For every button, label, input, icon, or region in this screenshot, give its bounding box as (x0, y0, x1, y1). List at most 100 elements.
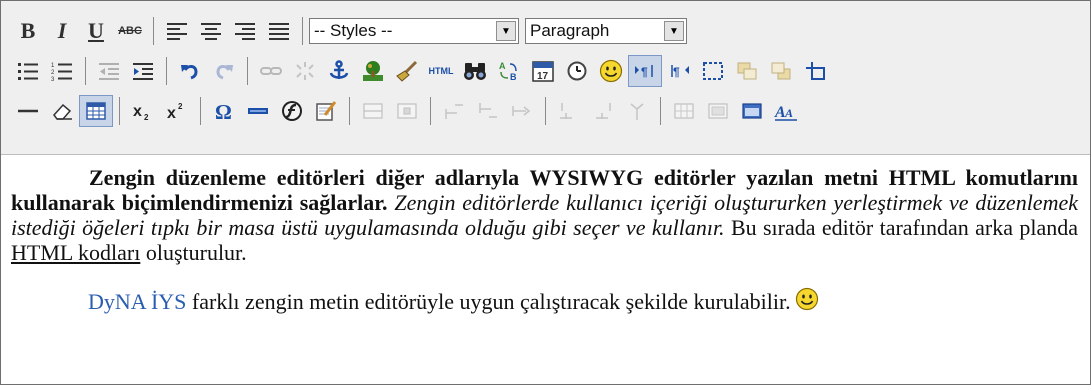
outdent-icon (99, 63, 119, 80)
emoticon-button[interactable] (594, 55, 628, 87)
toolbar-separator (302, 17, 303, 45)
format-select[interactable]: Paragraph ▼ (525, 18, 687, 44)
insert-flash-button[interactable] (275, 95, 309, 127)
toolbar-separator (247, 57, 248, 85)
paragraph-2: DyNA İYS farklı zengin metin editörüyle … (11, 287, 1078, 314)
rich-text-editor: B I U ABC -- Styles -- ▼ Paragraph ▼ 1 2… (0, 0, 1091, 385)
insert-table-button[interactable] (735, 95, 769, 127)
svg-text:¶: ¶ (673, 65, 680, 79)
plain-text-end: oluşturulur. (145, 240, 247, 265)
editor-toolbar: B I U ABC -- Styles -- ▼ Paragraph ▼ 1 2… (1, 1, 1090, 155)
toolbar-separator (166, 57, 167, 85)
clock-icon (567, 61, 587, 81)
align-center-icon (201, 23, 221, 40)
flash-icon (282, 101, 302, 121)
edit-content-button[interactable] (309, 95, 343, 127)
table-icon (742, 103, 762, 119)
merge-cells-icon (708, 103, 728, 119)
replace-button[interactable]: AB (492, 55, 526, 87)
delete-column-icon (630, 103, 644, 120)
align-left-button[interactable] (160, 15, 194, 47)
delete-row-button[interactable] (505, 95, 539, 127)
layer-button[interactable] (730, 55, 764, 87)
undo-button[interactable] (173, 55, 207, 87)
toolbar-row-2: 123 HTML A B 17 ¶ ¶ (11, 51, 1090, 91)
insert-date-button[interactable]: 17 (526, 55, 560, 87)
find-button[interactable] (458, 55, 492, 87)
styles-select[interactable]: -- Styles -- ▼ (309, 18, 519, 44)
undo-icon (181, 65, 198, 80)
superscript-button[interactable]: x2 (160, 95, 194, 127)
layer-icon (737, 62, 757, 80)
subscript-button[interactable]: x2 (126, 95, 160, 127)
html-source-button[interactable]: HTML (424, 55, 458, 87)
insert-column-after-button[interactable] (586, 95, 620, 127)
toolbar-separator (349, 97, 350, 125)
merge-cells-button[interactable] (701, 95, 735, 127)
editor-content[interactable]: Zengin düzenleme editörleri diğer adları… (1, 155, 1090, 314)
media-icon (248, 108, 268, 114)
row-props-icon (363, 103, 383, 119)
align-right-button[interactable] (228, 15, 262, 47)
row-properties-button[interactable] (356, 95, 390, 127)
horizontal-rule-icon (18, 109, 38, 113)
indent-icon (133, 63, 153, 80)
split-cells-button[interactable] (667, 95, 701, 127)
redo-button[interactable] (207, 55, 241, 87)
delete-column-button[interactable] (620, 95, 654, 127)
insert-row-after-button[interactable] (471, 95, 505, 127)
insert-time-button[interactable] (560, 55, 594, 87)
insert-image-button[interactable] (356, 55, 390, 87)
svg-text:A: A (784, 106, 793, 120)
plain-text: Bu sırada editör tarafından arka planda (730, 215, 1078, 240)
align-center-button[interactable] (194, 15, 228, 47)
insert-media-button[interactable] (241, 95, 275, 127)
unlink-button[interactable] (288, 55, 322, 87)
underlined-text: HTML kodları (11, 240, 141, 265)
numbered-list-button[interactable]: 123 (45, 55, 79, 87)
absolute-position-button[interactable] (798, 55, 832, 87)
svg-text:x: x (167, 105, 176, 121)
svg-text:2: 2 (178, 102, 183, 111)
styles-props-button[interactable]: AA (769, 95, 803, 127)
link-icon (260, 67, 282, 75)
calendar-icon: 17 (532, 61, 554, 82)
italic-icon: I (57, 18, 67, 43)
insert-link-button[interactable] (254, 55, 288, 87)
insert-column-before-button[interactable] (552, 95, 586, 127)
cell-properties-button[interactable] (390, 95, 424, 127)
bold-button[interactable]: B (11, 15, 45, 47)
cleanup-button[interactable] (390, 55, 424, 87)
dyna-iys-link[interactable]: DyNA İYS (88, 289, 186, 314)
bold-icon: B (20, 18, 36, 43)
horizontal-rule-button[interactable] (11, 95, 45, 127)
svg-text:1: 1 (51, 63, 55, 69)
fullscreen-button[interactable] (696, 55, 730, 87)
svg-text:3: 3 (51, 77, 55, 81)
ltr-button[interactable]: ¶ (628, 55, 662, 87)
strikethrough-icon: ABC (118, 25, 142, 37)
insert-row-before-button[interactable] (437, 95, 471, 127)
underline-button[interactable]: U (79, 15, 113, 47)
anchor-button[interactable] (322, 55, 356, 87)
rtl-button[interactable]: ¶ (662, 55, 696, 87)
rtl-icon: ¶ (671, 65, 689, 79)
smiley-icon (599, 59, 623, 83)
align-justify-icon (269, 23, 289, 40)
paragraph-1: Zengin düzenleme editörleri diğer adları… (11, 165, 1078, 265)
bullet-list-button[interactable] (11, 55, 45, 87)
toolbar-separator (153, 17, 154, 45)
outdent-button[interactable] (92, 55, 126, 87)
eraser-icon (53, 103, 72, 120)
align-justify-button[interactable] (262, 15, 296, 47)
layer-backward-button[interactable] (764, 55, 798, 87)
italic-button[interactable]: I (45, 15, 79, 47)
row-after-icon (479, 103, 497, 118)
special-character-button[interactable]: Ω (207, 95, 241, 127)
unlink-icon (296, 62, 314, 80)
remove-format-button[interactable] (45, 95, 79, 127)
indent-button[interactable] (126, 55, 160, 87)
svg-text:2: 2 (51, 70, 55, 76)
strikethrough-button[interactable]: ABC (113, 15, 147, 47)
visual-aid-button[interactable] (79, 95, 113, 127)
